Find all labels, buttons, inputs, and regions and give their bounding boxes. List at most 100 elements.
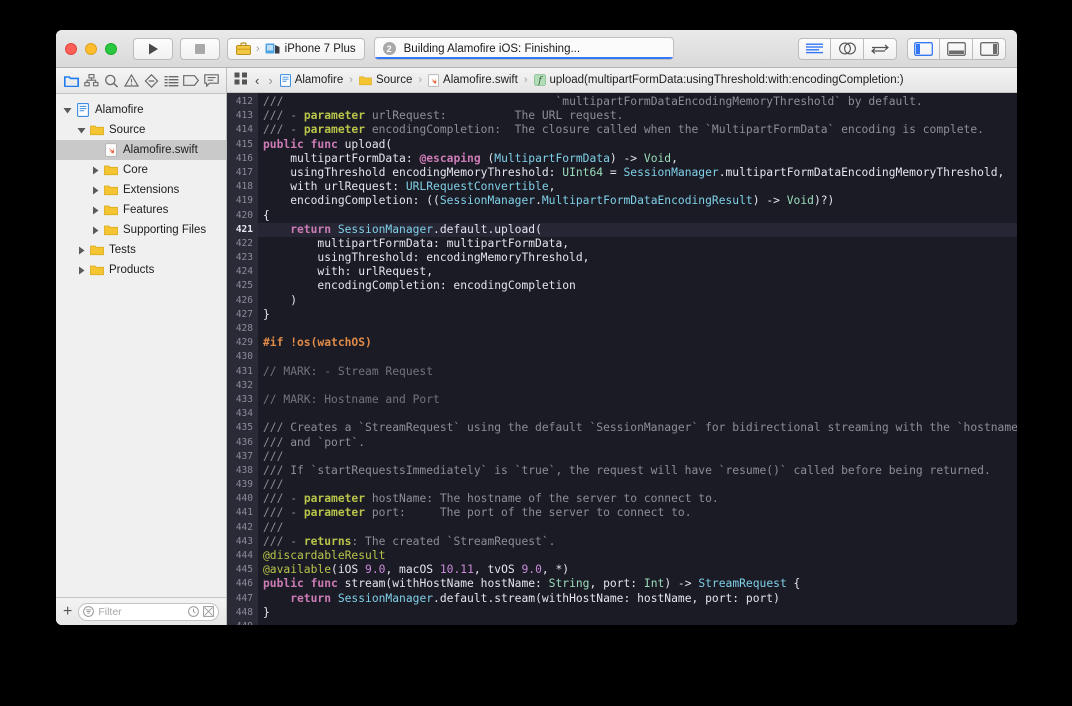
line-number[interactable]: 434 — [227, 407, 258, 421]
add-file-button[interactable]: + — [63, 603, 72, 620]
line-number[interactable]: 423 — [227, 251, 258, 265]
tree-row[interactable]: Tests — [56, 240, 226, 260]
code-line[interactable]: usingThreshold encodingMemoryThreshold: … — [258, 166, 1017, 180]
line-number[interactable]: 418 — [227, 180, 258, 194]
line-number[interactable]: 424 — [227, 265, 258, 279]
scheme-selector[interactable]: › iPhone 7 Plus — [227, 37, 365, 60]
code-line[interactable]: @discardableResult — [258, 549, 1017, 563]
code-line[interactable]: // MARK: - Stream Request — [258, 365, 1017, 379]
minimize-button[interactable] — [85, 42, 97, 55]
report-navigator-icon[interactable] — [201, 72, 221, 90]
line-number[interactable]: 446 — [227, 577, 258, 591]
code-line[interactable]: public func upload( — [258, 138, 1017, 152]
assistant-editor-button[interactable] — [831, 37, 864, 60]
line-number[interactable]: 413 — [227, 109, 258, 123]
line-number[interactable]: 425 — [227, 279, 258, 293]
line-number[interactable]: 432 — [227, 379, 258, 393]
breadcrumb-file[interactable]: Alamofire.swift — [428, 73, 518, 87]
code-line[interactable]: public func stream(withHostName hostName… — [258, 577, 1017, 591]
line-number[interactable]: 417 — [227, 166, 258, 180]
code-line[interactable]: /// - parameter hostName: The hostname o… — [258, 492, 1017, 506]
disclosure-triangle-closed-icon[interactable] — [90, 205, 101, 216]
line-number[interactable]: 448 — [227, 606, 258, 620]
version-editor-button[interactable] — [864, 37, 897, 60]
tree-row[interactable]: Products — [56, 260, 226, 280]
disclosure-triangle-closed-icon[interactable] — [90, 225, 101, 236]
tree-row[interactable]: Source — [56, 120, 226, 140]
tree-row-alamofire-swift[interactable]: Alamofire.swift — [56, 140, 226, 160]
line-number[interactable]: 415 — [227, 138, 258, 152]
line-number[interactable]: 426 — [227, 294, 258, 308]
tree-row[interactable]: Core — [56, 160, 226, 180]
code-line[interactable]: } — [258, 606, 1017, 620]
code-line[interactable]: @available(iOS 9.0, macOS 10.11, tvOS 9.… — [258, 563, 1017, 577]
code-line[interactable]: #if !os(watchOS) — [258, 336, 1017, 350]
line-number[interactable]: 421 — [227, 223, 258, 237]
activity-status-bar[interactable]: 2 Building Alamofire iOS: Finishing... — [373, 37, 674, 60]
project-navigator-icon[interactable] — [61, 72, 81, 90]
code-line[interactable]: return SessionManager.default.stream(wit… — [258, 592, 1017, 606]
line-number[interactable]: 439 — [227, 478, 258, 492]
line-number[interactable]: 427 — [227, 308, 258, 322]
line-number[interactable]: 430 — [227, 350, 258, 364]
line-number[interactable]: 441 — [227, 506, 258, 520]
code-line[interactable]: multipartFormData: multipartFormData, — [258, 237, 1017, 251]
standard-editor-button[interactable] — [798, 37, 831, 60]
code-line[interactable]: /// - parameter urlRequest: The URL requ… — [258, 109, 1017, 123]
tree-row[interactable]: Alamofire — [56, 100, 226, 120]
code-line[interactable]: /// Creates a `StreamRequest` using the … — [258, 421, 1017, 435]
code-line[interactable]: /// - parameter encodingCompletion: The … — [258, 123, 1017, 137]
code-line[interactable]: /// `multipartFormDataEncodingMemoryThre… — [258, 95, 1017, 109]
line-number[interactable]: 438 — [227, 464, 258, 478]
disclosure-triangle-closed-icon[interactable] — [90, 185, 101, 196]
code-line[interactable]: multipartFormData: @escaping (MultipartF… — [258, 152, 1017, 166]
related-items-icon[interactable] — [234, 72, 248, 88]
line-number[interactable]: 416 — [227, 152, 258, 166]
forward-button[interactable]: › — [266, 73, 274, 88]
source-control-navigator-icon[interactable] — [81, 72, 101, 90]
code-line[interactable] — [258, 322, 1017, 336]
symbol-navigator-icon[interactable] — [101, 72, 121, 90]
line-number[interactable]: 419 — [227, 194, 258, 208]
breadcrumb-symbol[interactable]: f upload(multipartFormData:usingThreshol… — [533, 74, 904, 86]
code-text[interactable]: /// `multipartFormDataEncodingMemoryThre… — [258, 93, 1017, 625]
issue-navigator-icon[interactable] — [121, 72, 141, 90]
debug-area-toggle-button[interactable] — [940, 37, 973, 60]
line-number[interactable]: 436 — [227, 436, 258, 450]
line-number[interactable]: 445 — [227, 563, 258, 577]
code-line[interactable] — [258, 407, 1017, 421]
code-line[interactable]: /// — [258, 478, 1017, 492]
code-line[interactable]: /// and `port`. — [258, 436, 1017, 450]
line-number-gutter[interactable]: 412 413 414 415 416 417 418 419 420 421 422 423 424 4… — [227, 93, 258, 625]
breadcrumb-project[interactable]: Alamofire — [279, 73, 343, 87]
line-number[interactable]: 437 — [227, 450, 258, 464]
line-number[interactable]: 443 — [227, 535, 258, 549]
line-number[interactable]: 447 — [227, 592, 258, 606]
utilities-toggle-button[interactable] — [973, 37, 1006, 60]
disclosure-triangle-closed-icon[interactable] — [76, 245, 87, 256]
code-line[interactable]: encodingCompletion: ((SessionManager.Mul… — [258, 194, 1017, 208]
line-number[interactable]: 444 — [227, 549, 258, 563]
line-number[interactable]: 435 — [227, 421, 258, 435]
code-line[interactable]: with: urlRequest, — [258, 265, 1017, 279]
disclosure-triangle-closed-icon[interactable] — [90, 165, 101, 176]
code-line[interactable]: /// — [258, 450, 1017, 464]
code-line[interactable] — [258, 620, 1017, 625]
tree-row[interactable]: Features — [56, 200, 226, 220]
code-line[interactable] — [258, 350, 1017, 364]
code-line[interactable]: ) — [258, 294, 1017, 308]
code-line[interactable]: /// If `startRequestsImmediately` is `tr… — [258, 464, 1017, 478]
line-number[interactable]: 440 — [227, 492, 258, 506]
disclosure-triangle-closed-icon[interactable] — [76, 265, 87, 276]
code-line[interactable]: return SessionManager.default.upload( — [258, 222, 1017, 237]
code-line[interactable]: } — [258, 308, 1017, 322]
line-number[interactable]: 431 — [227, 365, 258, 379]
filter-input[interactable]: Filter — [78, 602, 219, 621]
disclosure-triangle-open-icon[interactable] — [62, 105, 73, 116]
code-line[interactable] — [258, 379, 1017, 393]
line-number[interactable]: 420 — [227, 209, 258, 223]
code-line[interactable]: usingThreshold: encodingMemoryThreshold, — [258, 251, 1017, 265]
test-navigator-icon[interactable] — [141, 72, 161, 90]
back-button[interactable]: ‹ — [253, 73, 261, 88]
code-line[interactable]: /// - parameter port: The port of the se… — [258, 506, 1017, 520]
